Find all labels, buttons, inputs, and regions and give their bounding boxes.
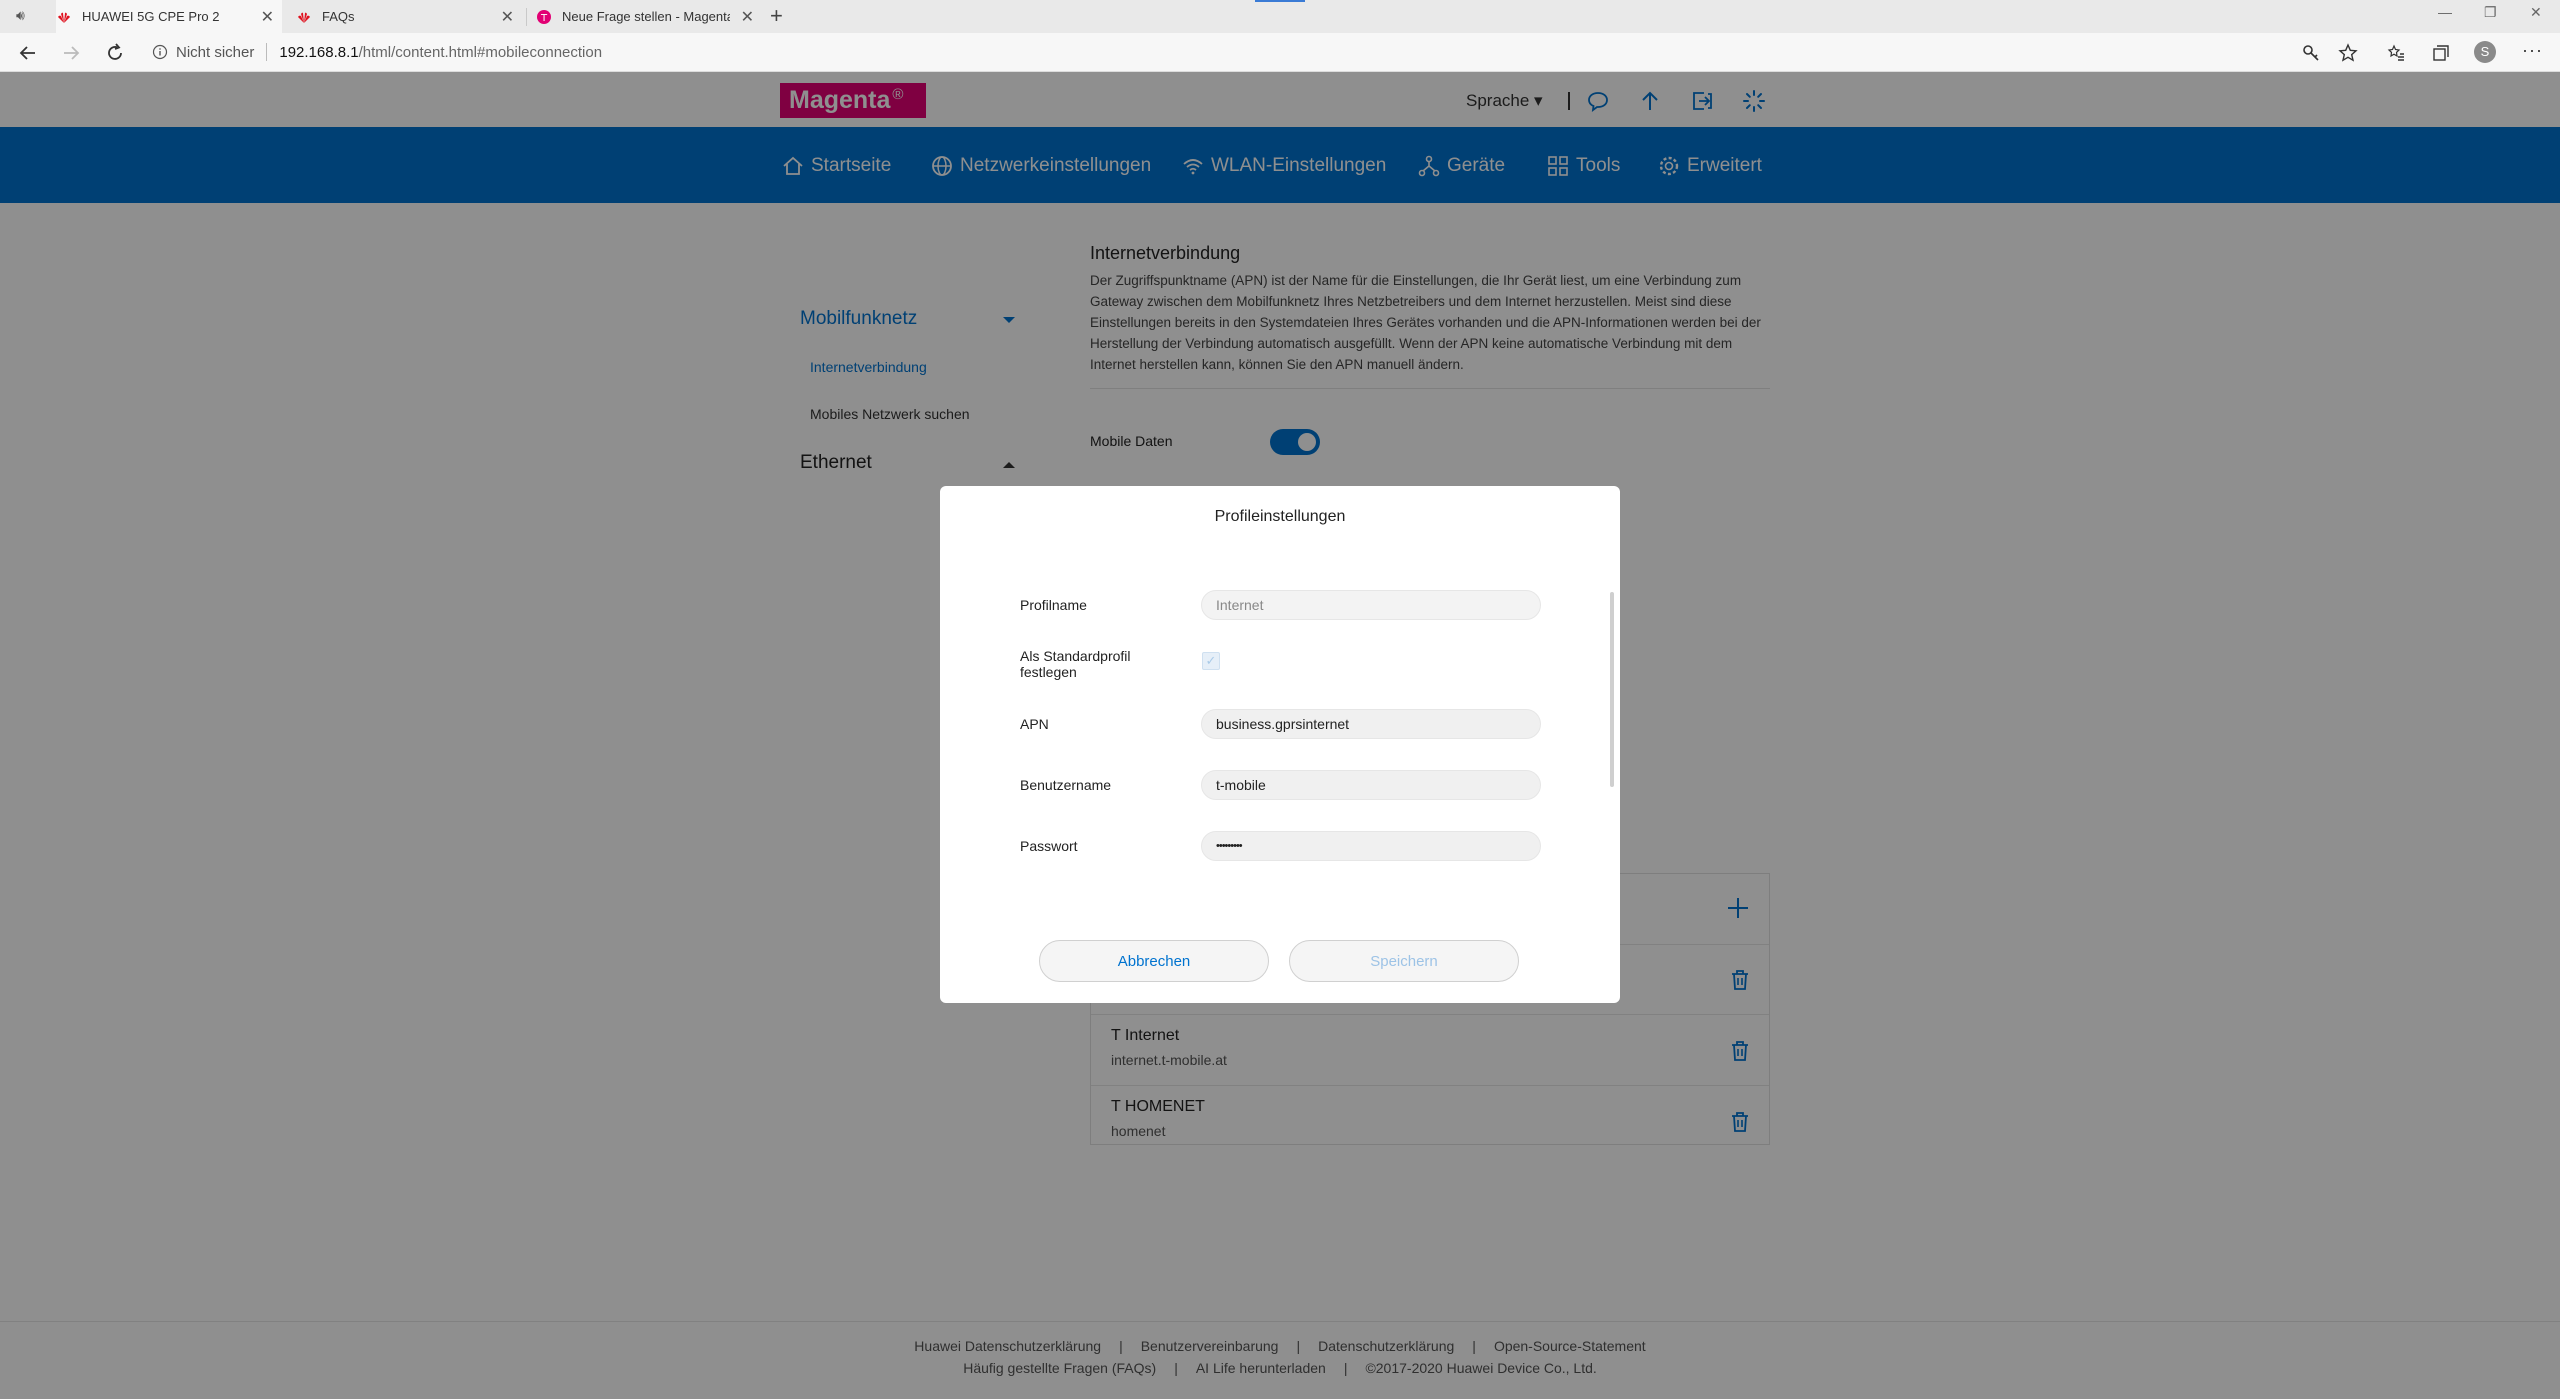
- profile-name-label: Profilname: [1020, 597, 1087, 613]
- huawei-logo-icon: [58, 12, 70, 23]
- svg-text:T: T: [540, 13, 548, 24]
- security-label: Nicht sicher: [176, 43, 255, 61]
- profile-avatar[interactable]: S: [2474, 41, 2496, 63]
- more-menu-icon[interactable]: ···: [2522, 40, 2543, 61]
- favorite-star-icon[interactable]: [2337, 42, 2359, 64]
- apn-label: APN: [1020, 716, 1049, 732]
- browser-tab-bar: 🔊︎ HUAWEI 5G CPE Pro 2 ✕ FAQs ✕ T Neue F…: [0, 0, 2560, 34]
- dialog-title: Profileinstellungen: [1214, 508, 1346, 525]
- telekom-logo-icon: T: [537, 10, 551, 24]
- password-value: •••••••••: [1216, 840, 1243, 852]
- new-tab-icon[interactable]: +: [770, 3, 783, 29]
- close-tab-icon[interactable]: ✕: [741, 7, 754, 27]
- huawei-logo-icon: [298, 12, 310, 23]
- url-host: 192.168.8.1: [279, 43, 359, 61]
- back-arrow-icon[interactable]: [17, 42, 39, 64]
- username-value: t-mobile: [1216, 777, 1266, 793]
- address-divider: [266, 43, 268, 61]
- collections-icon[interactable]: [2430, 42, 2452, 64]
- cancel-label: Abbrechen: [1117, 952, 1191, 970]
- minimize-icon[interactable]: —: [2438, 4, 2452, 20]
- tab-title: HUAWEI 5G CPE Pro 2: [82, 9, 220, 24]
- default-profile-label: Als Standardprofil festlegen: [1020, 648, 1131, 680]
- restore-icon[interactable]: ❐: [2484, 4, 2497, 21]
- username-label: Benutzername: [1020, 777, 1112, 793]
- apn-field[interactable]: business.gprsinternet: [1201, 709, 1541, 739]
- password-field[interactable]: •••••••••: [1201, 831, 1541, 861]
- profile-initial: S: [2480, 44, 2490, 59]
- browser-tab-huawei[interactable]: HUAWEI 5G CPE Pro 2 ✕: [56, 0, 282, 33]
- profile-settings-dialog: Profileinstellungen Profilname Internet …: [940, 486, 1620, 1003]
- close-window-icon[interactable]: ✕: [2530, 4, 2542, 21]
- browser-tab-faqs[interactable]: FAQs ✕: [296, 0, 522, 33]
- tab-title: Neue Frage stellen - Magenta Co: [562, 9, 730, 24]
- tab-title: FAQs: [322, 9, 355, 24]
- save-label: Speichern: [1370, 952, 1438, 970]
- key-icon[interactable]: [2300, 42, 2322, 64]
- browser-address-bar: Nicht sicher 192.168.8.1 /html/content.h…: [0, 33, 2560, 72]
- info-icon[interactable]: [152, 44, 168, 60]
- password-label: Passwort: [1020, 838, 1078, 854]
- favorites-list-icon[interactable]: [2385, 42, 2407, 64]
- tab-indicator: [1255, 0, 1305, 2]
- profile-name-value: Internet: [1216, 597, 1264, 613]
- tab-audio-icon[interactable]: 🔊︎: [16, 7, 25, 24]
- address-field[interactable]: Nicht sicher 192.168.8.1 /html/content.h…: [152, 40, 602, 64]
- browser-tab-magenta[interactable]: T Neue Frage stellen - Magenta Co ✕: [536, 0, 762, 33]
- apn-input-value: business.gprsinternet: [1216, 716, 1350, 732]
- save-button[interactable]: Speichern: [1289, 940, 1519, 982]
- tab-divider: [526, 8, 527, 26]
- username-field[interactable]: t-mobile: [1201, 770, 1541, 800]
- url-path: /html/content.html#mobileconnection: [358, 43, 603, 61]
- close-tab-icon[interactable]: ✕: [261, 7, 274, 27]
- profile-name-field[interactable]: Internet: [1201, 590, 1541, 620]
- cancel-button[interactable]: Abbrechen: [1039, 940, 1269, 982]
- dialog-scrollbar[interactable]: [1610, 592, 1614, 787]
- forward-arrow-icon[interactable]: [60, 42, 82, 64]
- default-profile-checkbox[interactable]: ✓: [1202, 652, 1220, 670]
- reload-icon[interactable]: [104, 42, 126, 64]
- close-tab-icon[interactable]: ✕: [501, 7, 514, 27]
